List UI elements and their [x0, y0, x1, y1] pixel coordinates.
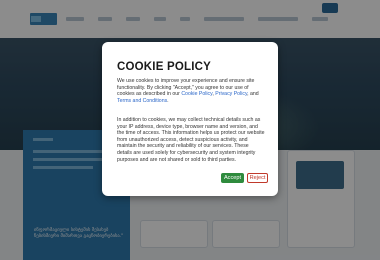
accept-button[interactable]: Accept [221, 173, 244, 183]
privacy-policy-link[interactable]: Privacy Policy [215, 91, 247, 97]
cookie-policy-dialog: COOKIE POLICY We use cookies to improve … [102, 42, 278, 196]
terms-link[interactable]: Terms and Conditions [117, 98, 167, 104]
dialog-title: COOKIE POLICY [117, 61, 211, 73]
reject-button[interactable]: Reject [247, 173, 268, 183]
cookie-intro-text: We use cookies to improve your experienc… [117, 78, 265, 104]
cookie-policy-link[interactable]: Cookie Policy [181, 91, 212, 97]
data-collection-text: In addition to cookies, we may collect t… [117, 117, 265, 163]
separator: , and [247, 91, 259, 98]
intro-end: . [167, 97, 169, 104]
